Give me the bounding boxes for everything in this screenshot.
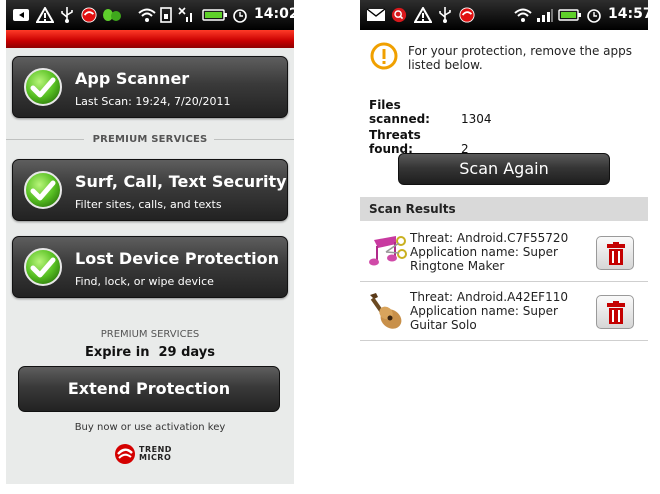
scan-result-item[interactable]: Threat: Android.C7F55720 Application nam… xyxy=(360,224,648,282)
files-scanned-row: Files scanned: 1304 xyxy=(369,98,492,126)
result-text: Threat: Android.A42EF110 Application nam… xyxy=(410,290,598,332)
trend-micro-icon xyxy=(81,7,97,23)
usb-icon xyxy=(61,7,73,23)
brand-red-bar xyxy=(6,30,294,48)
sim-icon xyxy=(160,7,172,23)
wifi-icon xyxy=(138,8,156,22)
lost-device-protection-button[interactable]: Lost Device Protection Find, lock, or wi… xyxy=(12,236,288,298)
result-text: Threat: Android.C7F55720 Application nam… xyxy=(410,231,598,273)
warning-icon xyxy=(414,7,432,23)
expiry-text: Expire in 29 days xyxy=(84,345,216,360)
delete-button[interactable] xyxy=(596,295,634,329)
search-notification-icon xyxy=(391,7,407,23)
files-scanned-value: 1304 xyxy=(461,112,492,126)
checkmark-icon xyxy=(24,171,62,209)
signal-icon xyxy=(537,9,553,22)
files-scanned-label: Files scanned: xyxy=(369,98,430,126)
usb-icon xyxy=(439,7,451,23)
phone-left-screen: 14:02 App Scanner Last Scan: 19:24, 7/20… xyxy=(6,0,294,484)
status-bar: 14:02 xyxy=(6,0,294,30)
scan-again-button[interactable]: Scan Again xyxy=(398,153,610,185)
surf-call-text-security-button[interactable]: Surf, Call, Text Security Filter sites, … xyxy=(12,159,288,221)
phone-right-screen: 14:57 For your protection, remove the ap… xyxy=(360,0,648,484)
battery-icon xyxy=(202,9,227,21)
feature-title: App Scanner xyxy=(75,69,190,88)
scan-result-item[interactable]: Threat: Android.A42EF110 Application nam… xyxy=(360,283,648,341)
feature-subtitle: Find, lock, or wipe device xyxy=(75,275,214,288)
alarm-icon xyxy=(233,9,247,23)
scan-results-header: Scan Results xyxy=(360,197,648,221)
mail-icon xyxy=(366,8,386,21)
feature-title: Lost Device Protection xyxy=(75,249,279,268)
logo-wordmark: TREND MICRO xyxy=(139,445,172,462)
feature-subtitle: Last Scan: 19:24, 7/20/2011 xyxy=(75,95,231,108)
guitar-icon xyxy=(370,293,402,329)
protection-warning: For your protection, remove the apps lis… xyxy=(408,44,633,72)
extend-protection-button[interactable]: Extend Protection xyxy=(18,366,280,412)
exclamation-icon xyxy=(370,42,398,70)
alarm-icon xyxy=(587,9,601,23)
threats-found-label: Threats found: xyxy=(369,128,421,156)
threat-name: Threat: Android.A42EF110 xyxy=(410,290,568,304)
threats-found-row: Threats found: 2 xyxy=(369,128,469,156)
buy-now-text: Buy now or use activation key xyxy=(74,422,226,433)
application-name: Application name: Super Ringtone Maker xyxy=(410,245,558,273)
trend-micro-icon xyxy=(459,7,475,23)
delete-button[interactable] xyxy=(596,236,634,270)
premium-services-label: PREMIUM SERVICES xyxy=(100,329,200,340)
trend-micro-logo-icon xyxy=(115,444,135,464)
checkmark-icon xyxy=(24,68,62,106)
wifi-icon xyxy=(514,8,532,22)
battery-icon xyxy=(558,9,581,21)
no-signal-icon xyxy=(178,7,192,22)
back-icon xyxy=(13,9,29,21)
ringtone-music-icon xyxy=(369,236,407,266)
warning-icon xyxy=(36,7,54,23)
trend-micro-logo: TREND MICRO xyxy=(114,443,194,467)
status-bar: 14:57 xyxy=(360,0,648,30)
clock: 14:57 xyxy=(608,6,648,22)
checkmark-icon xyxy=(24,248,62,286)
feature-subtitle: Filter sites, calls, and texts xyxy=(75,198,222,211)
divider xyxy=(214,139,294,140)
app-scanner-button[interactable]: App Scanner Last Scan: 19:24, 7/20/2011 xyxy=(12,56,288,118)
threat-name: Threat: Android.C7F55720 xyxy=(410,231,569,245)
clock: 14:02 xyxy=(254,6,294,22)
app-notification-icon xyxy=(103,9,121,21)
application-name: Application name: Super Guitar Solo xyxy=(410,304,558,332)
trash-icon xyxy=(607,242,625,265)
feature-title: Surf, Call, Text Security xyxy=(75,172,287,191)
trash-icon xyxy=(607,301,625,324)
